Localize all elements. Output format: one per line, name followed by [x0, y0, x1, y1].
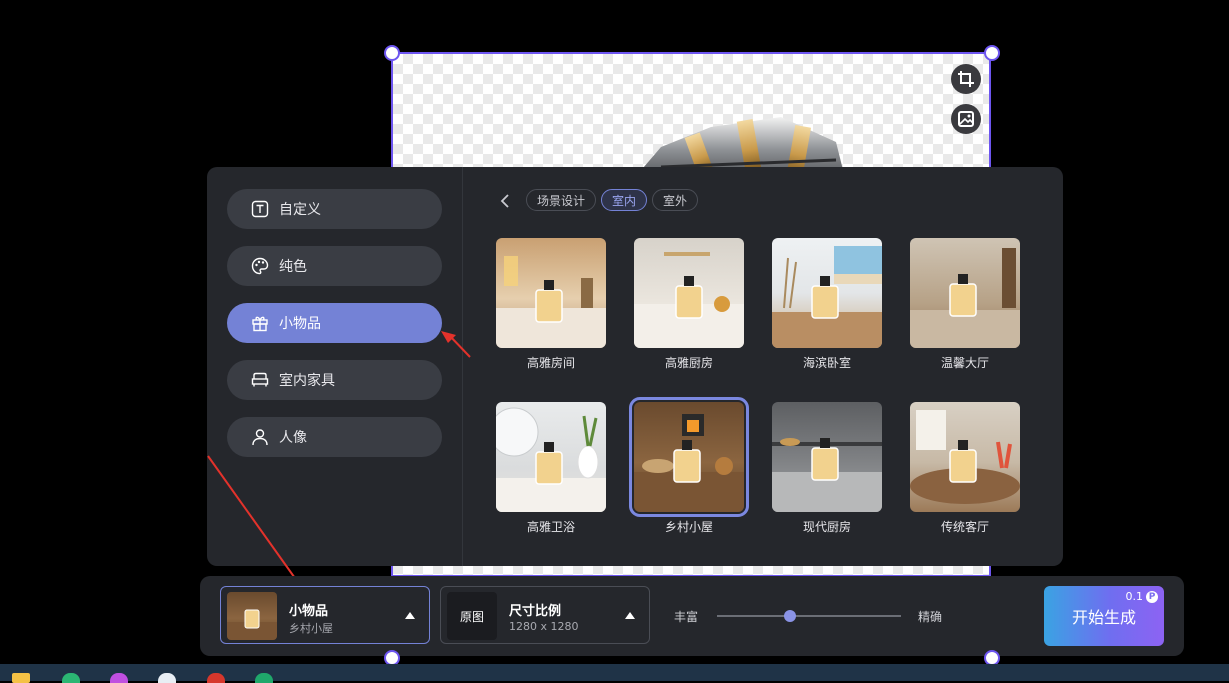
scene-thumbnail	[772, 238, 882, 348]
category-sidebar: 自定义 纯色 小物品 室内家具 人像	[207, 167, 463, 566]
scene-card[interactable]: 高雅厨房	[634, 238, 746, 371]
scene-card[interactable]: 现代厨房	[772, 402, 884, 535]
scene-card[interactable]: 温馨大厅	[910, 238, 1022, 371]
category-label: 纯色	[279, 259, 307, 275]
person-icon	[249, 426, 271, 448]
text-t-icon	[249, 198, 271, 220]
tab-outdoor[interactable]: 室外	[652, 189, 698, 211]
cost-badge: 0.1 P	[1126, 590, 1158, 603]
scene-thumbnail	[910, 238, 1020, 348]
scene-thumbnail	[634, 238, 744, 348]
os-taskbar	[0, 664, 1229, 681]
scene-label: 高雅房间	[526, 356, 575, 370]
scene-select[interactable]: 小物品 乡村小屋	[220, 586, 430, 644]
size-ratio-select[interactable]: 原图 尺寸比例 1280 x 1280	[440, 586, 650, 644]
scene-gallery: 场景设计 室内 室外 高雅房间 高雅厨房 海滨卧室 温馨大厅 高雅卫浴 乡村小屋…	[463, 167, 1063, 566]
slider-right-label: 精确	[918, 610, 943, 624]
scene-select-subtitle: 乡村小屋	[289, 622, 333, 635]
app-icon[interactable]	[207, 673, 225, 683]
original-size-thumb: 原图	[447, 592, 497, 640]
scene-select-thumbnail	[227, 592, 277, 640]
scene-label: 高雅厨房	[664, 356, 713, 370]
scene-picker-panel: 自定义 纯色 小物品 室内家具 人像 场景设计 室内 室外 高雅房间 高雅厨房 …	[207, 167, 1063, 566]
scene-card[interactable]: 传统客厅	[910, 402, 1022, 535]
image-icon	[958, 111, 974, 127]
category-custom[interactable]: 自定义	[227, 189, 442, 229]
app-icon[interactable]	[158, 673, 176, 683]
category-label: 室内家具	[279, 373, 335, 389]
scene-thumbnail	[629, 397, 749, 517]
scene-thumbnail	[910, 402, 1020, 512]
app-icon[interactable]	[62, 673, 80, 683]
size-select-title: 尺寸比例	[509, 604, 562, 619]
caret-up-icon	[405, 612, 415, 619]
category-indoor-furniture[interactable]: 室内家具	[227, 360, 442, 400]
crop-icon	[958, 71, 974, 87]
scene-label: 温馨大厅	[940, 356, 989, 370]
palette-icon	[249, 255, 271, 277]
category-label: 小物品	[279, 316, 321, 332]
gift-icon	[249, 312, 271, 334]
scene-select-title: 小物品	[289, 604, 329, 619]
category-label: 人像	[279, 430, 307, 446]
category-portrait[interactable]: 人像	[227, 417, 442, 457]
scene-label: 现代厨房	[802, 520, 851, 534]
prev-page-button[interactable]	[495, 192, 515, 210]
scene-thumbnail	[496, 402, 606, 512]
tab-scene-design[interactable]: 场景设计	[526, 189, 596, 211]
tab-indoor[interactable]: 室内	[601, 189, 647, 211]
folder-icon[interactable]	[12, 673, 30, 683]
bed-icon	[249, 369, 271, 391]
scene-label: 海滨卧室	[802, 356, 851, 370]
category-label: 自定义	[279, 202, 321, 218]
scene-card[interactable]: 海滨卧室	[772, 238, 884, 371]
resize-handle-top-right[interactable]	[984, 45, 1000, 61]
replace-image-button[interactable]	[951, 104, 981, 134]
chevron-left-icon	[500, 194, 509, 208]
scene-thumbnail	[496, 238, 606, 348]
scene-label: 传统客厅	[940, 520, 989, 534]
crop-tool-button[interactable]	[951, 64, 981, 94]
scene-label: 高雅卫浴	[526, 520, 575, 534]
category-solid-color[interactable]: 纯色	[227, 246, 442, 286]
scene-card[interactable]: 高雅房间	[496, 238, 608, 371]
generate-button[interactable]: 开始生成 0.1 P	[1044, 586, 1164, 646]
scene-card[interactable]: 高雅卫浴	[496, 402, 608, 535]
generate-label: 开始生成	[1071, 608, 1136, 627]
size-select-subtitle: 1280 x 1280	[509, 620, 579, 633]
scene-thumbnail	[772, 402, 882, 512]
category-small-items[interactable]: 小物品	[227, 303, 442, 343]
richness-slider-knob[interactable]	[784, 610, 796, 622]
caret-up-icon	[625, 612, 635, 619]
scene-label: 乡村小屋	[664, 520, 713, 534]
app-icon[interactable]	[110, 673, 128, 683]
resize-handle-top-left[interactable]	[384, 45, 400, 61]
scene-card-selected[interactable]: 乡村小屋	[629, 397, 749, 535]
app-icon[interactable]	[255, 673, 273, 683]
credit-icon: P	[1146, 590, 1158, 603]
slider-left-label: 丰富	[674, 610, 699, 624]
bottom-toolbar: 小物品 乡村小屋 原图 尺寸比例 1280 x 1280 丰富 精确 开始生成 …	[200, 576, 1184, 656]
richness-slider-track[interactable]	[717, 615, 901, 617]
